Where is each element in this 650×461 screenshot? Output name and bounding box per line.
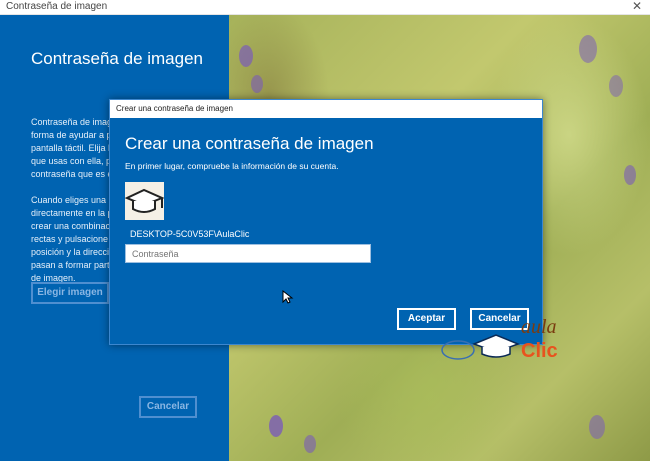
watermark-text-aula: aula xyxy=(521,316,557,338)
account-name: DESKTOP-5C0V53F\AulaClic xyxy=(130,229,250,239)
text-line: rectas y pulsacione xyxy=(31,234,109,244)
close-icon[interactable]: ✕ xyxy=(630,0,644,13)
left-pane-description: Contraseña de imag forma de ayudar a p p… xyxy=(31,116,111,181)
flower-petal xyxy=(269,415,283,437)
text-line: forma de ayudar a p xyxy=(31,130,111,140)
avatar xyxy=(124,182,165,220)
choose-image-button[interactable]: Elegir imagen xyxy=(31,282,109,304)
cancel-button[interactable]: Cancelar xyxy=(139,396,197,418)
text-line: contraseña que es e xyxy=(31,169,111,179)
window-title: Contraseña de imagen xyxy=(6,1,108,12)
text-line: Contraseña de imag xyxy=(31,117,111,127)
flower-petal xyxy=(239,45,253,67)
left-pane-heading: Contraseña de imagen xyxy=(31,49,204,68)
text-line: que usas con ella, p xyxy=(31,156,111,166)
aulaclic-watermark: aula Clic xyxy=(440,316,570,368)
dialog-titlebar: Crear una contraseña de imagen xyxy=(110,100,542,118)
mouse-pointer-icon xyxy=(282,290,294,304)
left-pane-instructions: Cuando eliges una i directamente en la p… xyxy=(31,194,111,285)
text-line: pantalla táctil. Elija la xyxy=(31,143,111,153)
flower-petal xyxy=(579,35,597,63)
mouse-cap-logo-icon xyxy=(441,334,520,360)
dialog-title: Crear una contraseña de imagen xyxy=(116,104,233,113)
watermark-text-clic: Clic xyxy=(521,340,558,362)
window-titlebar: Contraseña de imagen ✕ xyxy=(0,0,650,15)
text-line: directamente en la p xyxy=(31,208,111,218)
text-line: crear una combinac xyxy=(31,221,111,231)
graduation-cap-icon xyxy=(124,188,165,213)
flower-petal xyxy=(304,435,316,453)
flower-petal xyxy=(624,165,636,185)
flower-petal xyxy=(609,75,623,97)
password-field[interactable] xyxy=(125,244,371,263)
dialog-heading: Crear una contraseña de imagen xyxy=(125,134,374,153)
text-line: Cuando eliges una i xyxy=(31,195,111,205)
dialog-subtitle: En primer lugar, compruebe la informació… xyxy=(125,161,339,171)
flower-petal xyxy=(589,415,605,439)
text-line: posición y la direcci xyxy=(31,247,110,257)
text-line: pasan a formar part xyxy=(31,260,110,270)
flower-petal xyxy=(251,75,263,93)
create-picture-password-dialog: Crear una contraseña de imagen Crear una… xyxy=(109,99,543,345)
